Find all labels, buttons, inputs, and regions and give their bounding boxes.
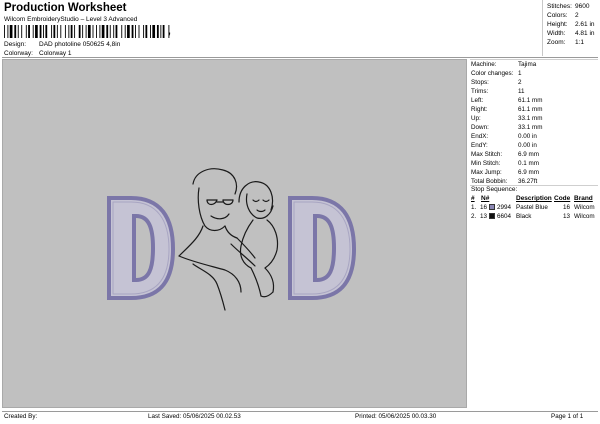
- trims-label: Trims:: [471, 88, 489, 95]
- header-divider: [2, 57, 598, 58]
- seq-row-stitches: 16: [480, 204, 488, 211]
- min-stitch-label: Min Stitch:: [471, 160, 501, 167]
- seq-header-code: Code: [554, 195, 571, 202]
- seq-row-stitches: 13: [480, 213, 488, 220]
- zoom-value: 1:1: [575, 39, 585, 46]
- endy-label: EndY:: [471, 142, 488, 149]
- left-value: 61.1 mm: [518, 97, 543, 104]
- down-label: Down:: [471, 124, 489, 131]
- min-stitch-value: 0.1 mm: [518, 160, 539, 167]
- seq-header-num: #: [471, 195, 475, 202]
- color-changes-label: Color changes:: [471, 70, 514, 77]
- colorway-value: Colorway 1: [39, 50, 72, 57]
- design-label: Design:: [4, 41, 27, 48]
- letter-d-left: [107, 196, 176, 300]
- letter-d-right: [288, 196, 357, 300]
- stats-separator: [542, 0, 543, 56]
- design-value: DAD photoline 050625 4,8in: [39, 41, 121, 48]
- right-label: Right:: [471, 106, 488, 113]
- seq-header-n: N#: [481, 195, 490, 202]
- seq-header-brand: Brand: [574, 195, 593, 202]
- barcode-tail: ,: [168, 26, 171, 37]
- up-label: Up:: [471, 115, 481, 122]
- page-title: Production Worksheet: [4, 2, 127, 14]
- height-label: Height:: [547, 21, 568, 28]
- seq-row-brand: Wilcom: [574, 204, 595, 211]
- footer-divider: [2, 411, 598, 412]
- software-subtitle: Wilcom EmbroideryStudio – Level 3 Advanc…: [4, 16, 138, 23]
- stitches-value: 9600: [575, 3, 590, 10]
- stop-sequence-title: Stop Sequence:: [471, 186, 518, 193]
- created-by: Created By:: [4, 413, 38, 420]
- stops-label: Stops:: [471, 79, 489, 86]
- seq-row-description: Pastel Blue: [516, 204, 548, 211]
- design-preview: [107, 168, 357, 311]
- endx-label: EndX:: [471, 133, 489, 140]
- machine-value: Tajima: [518, 61, 537, 68]
- max-jump-value: 6.9 mm: [518, 169, 539, 176]
- colorway-label: Colorway:: [4, 50, 33, 57]
- page-number: Page 1 of 1: [551, 413, 584, 420]
- max-jump-label: Max Jump:: [471, 169, 502, 176]
- color-swatch: [489, 213, 495, 219]
- seq-row-brand: Wilcom: [574, 213, 595, 220]
- zoom-label: Zoom:: [547, 39, 566, 46]
- seq-row-code-n: 2994: [497, 204, 512, 211]
- up-value: 33.1 mm: [518, 115, 543, 122]
- seq-row-num: 2.: [471, 213, 477, 220]
- width-label: Width:: [547, 30, 566, 37]
- seq-row-code: 13: [563, 213, 571, 220]
- barcode: [4, 25, 170, 38]
- max-stitch-label: Max Stitch:: [471, 151, 503, 158]
- seq-row-code: 16: [563, 204, 571, 211]
- stops-value: 2: [518, 79, 522, 86]
- right-value: 61.1 mm: [518, 106, 543, 113]
- left-label: Left:: [471, 97, 484, 104]
- height-value: 2.61 in: [575, 21, 595, 28]
- info-top-line: [470, 59, 598, 60]
- seq-row-description: Black: [516, 213, 532, 220]
- colors-label: Colors:: [547, 12, 568, 19]
- down-value: 33.1 mm: [518, 124, 543, 131]
- worksheet-page: Production Worksheet Wilcom EmbroiderySt…: [0, 0, 600, 424]
- total-bobbin-value: 36.27ft: [518, 178, 538, 185]
- colors-value: 2: [575, 12, 579, 19]
- stitches-label: Stitches:: [547, 3, 572, 10]
- father-daughter-line-art: [178, 168, 279, 311]
- total-bobbin-label: Total Bobbin:: [471, 178, 508, 185]
- seq-header-description: Description: [516, 195, 552, 202]
- seq-row-num: 1.: [471, 204, 477, 211]
- design-preview-canvas: [2, 59, 467, 408]
- endy-value: 0.00 in: [518, 142, 537, 149]
- seq-row-code-n: 6604: [497, 213, 512, 220]
- color-changes-value: 1: [518, 70, 522, 77]
- color-swatch: [489, 204, 495, 210]
- width-value: 4.81 in: [575, 30, 595, 37]
- last-saved: Last Saved: 05/06/2025 00.02.53: [148, 413, 241, 420]
- printed-date: Printed: 05/06/2025 00.03.30: [355, 413, 437, 420]
- trims-value: 11: [518, 88, 525, 95]
- endx-value: 0.00 in: [518, 133, 537, 140]
- machine-label: Machine:: [471, 61, 497, 68]
- max-stitch-value: 6.9 mm: [518, 151, 539, 158]
